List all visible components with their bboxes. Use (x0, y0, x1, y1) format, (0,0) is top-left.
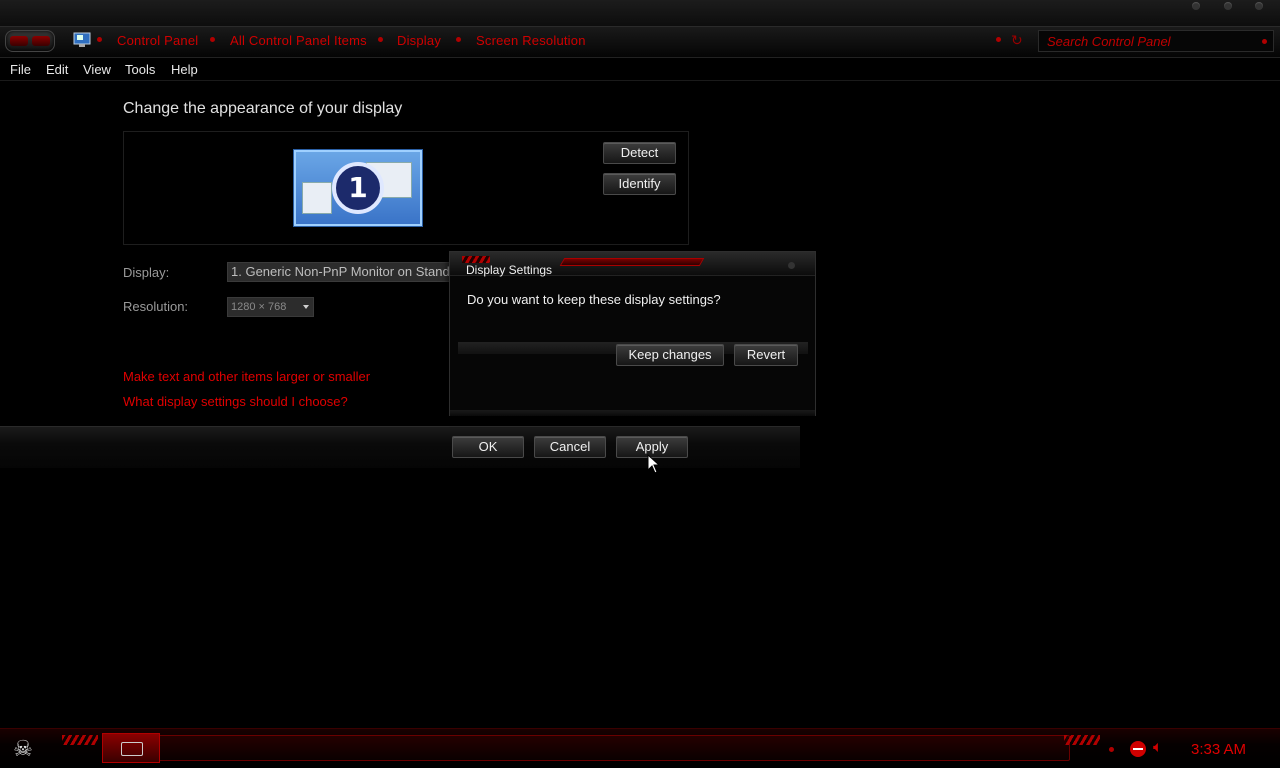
menu-file[interactable]: File (10, 62, 31, 77)
display-settings-dialog: Display Settings Do you want to keep the… (449, 251, 816, 416)
display-help-link[interactable]: What display settings should I choose? (123, 394, 348, 409)
search-icon[interactable] (1262, 39, 1267, 44)
refresh-icon[interactable]: ↻ (1011, 32, 1023, 49)
tray-show-hidden-icon[interactable] (1109, 747, 1114, 752)
volume-icon[interactable]: 🔈︎ (1153, 739, 1163, 757)
breadcrumb-separator-icon (210, 37, 215, 42)
breadcrumb-all-items[interactable]: All Control Panel Items (230, 33, 367, 48)
dialog-title: Display Settings (466, 263, 553, 277)
monitor-number: 1 (332, 162, 384, 214)
chevron-down-icon (303, 305, 309, 309)
menu-tools[interactable]: Tools (125, 62, 155, 77)
resolution-value: 1280 × 768 (231, 301, 287, 313)
monitor-1-icon[interactable]: 1 (294, 150, 422, 226)
keep-changes-button[interactable]: Keep changes (616, 344, 724, 366)
dialog-question: Do you want to keep these display settin… (467, 292, 721, 307)
menu-help[interactable]: Help (171, 62, 198, 77)
identify-button[interactable]: Identify (603, 173, 676, 195)
menu-bar: File Edit View Tools Help (0, 59, 1280, 81)
decor-stripes (462, 256, 490, 263)
breadcrumb-control-panel[interactable]: Control Panel (117, 33, 198, 48)
mouse-cursor-icon (647, 454, 659, 474)
detect-button[interactable]: Detect (603, 142, 676, 164)
menu-edit[interactable]: Edit (46, 62, 68, 77)
search-input[interactable]: Search Control Panel (1038, 30, 1274, 52)
cancel-button[interactable]: Cancel (534, 436, 606, 458)
control-panel-icon (73, 32, 91, 47)
minimize-button[interactable] (1192, 2, 1200, 10)
breadcrumb-display[interactable]: Display (397, 33, 441, 48)
decor-stripes (62, 735, 98, 745)
taskbar-control-panel-window[interactable] (102, 733, 160, 763)
taskbar-band (150, 735, 1070, 761)
address-bar: Control Panel All Control Panel Items Di… (0, 26, 1280, 58)
breadcrumb-screen-resolution[interactable]: Screen Resolution (476, 33, 586, 48)
decor-stripes (1064, 735, 1100, 745)
taskbar: ☠ 🔈︎ 3:33 AM (0, 728, 1280, 768)
menu-view[interactable]: View (83, 62, 111, 77)
window-titlebar (0, 0, 1280, 26)
breadcrumb-separator-icon (378, 37, 383, 42)
address-dropdown-icon[interactable] (996, 37, 1001, 42)
ok-button[interactable]: OK (452, 436, 524, 458)
revert-button[interactable]: Revert (734, 344, 798, 366)
decor-bar (559, 258, 705, 266)
search-placeholder: Search Control Panel (1047, 34, 1171, 49)
breadcrumb-separator-icon (97, 37, 102, 42)
close-button[interactable] (1255, 2, 1263, 10)
window-thumbnail (302, 182, 332, 214)
dialog-close-icon[interactable] (788, 262, 795, 269)
page-title: Change the appearance of your display (123, 100, 403, 117)
display-select[interactable]: 1. Generic Non-PnP Monitor on Standard (227, 262, 451, 282)
text-size-link[interactable]: Make text and other items larger or smal… (123, 369, 370, 384)
dialog-titlebar: Display Settings (450, 252, 815, 277)
network-status-icon[interactable] (1130, 741, 1146, 757)
dialog-footer (450, 410, 815, 416)
resolution-select[interactable]: 1280 × 768 (227, 297, 314, 317)
display-label: Display: (123, 265, 170, 280)
resolution-label: Resolution: (123, 299, 189, 314)
back-forward-buttons[interactable] (5, 30, 55, 52)
start-button-pirate-icon[interactable]: ☠ (6, 733, 40, 765)
breadcrumb-separator-icon (456, 37, 461, 42)
maximize-button[interactable] (1224, 2, 1232, 10)
taskbar-clock[interactable]: 3:33 AM (1191, 741, 1246, 758)
